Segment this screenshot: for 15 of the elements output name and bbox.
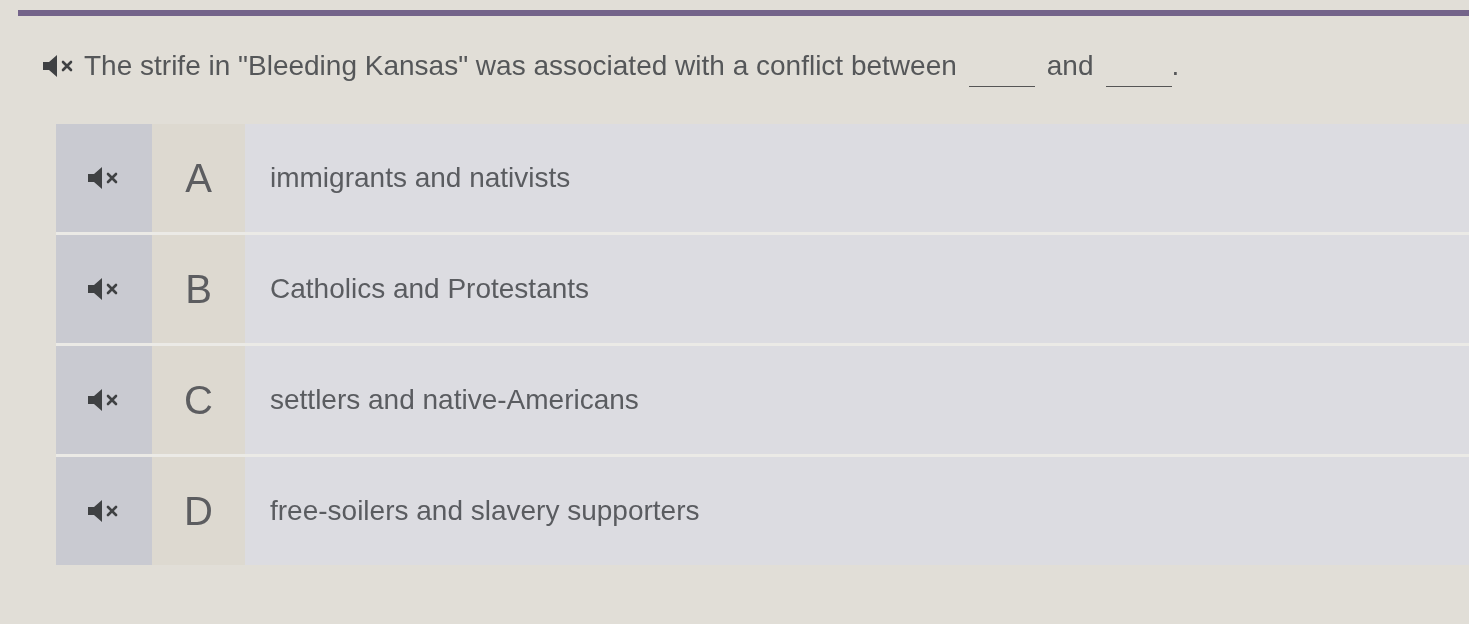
audio-button[interactable] bbox=[56, 457, 152, 565]
audio-button[interactable] bbox=[56, 124, 152, 232]
question-text: The strife in "Bleeding Kansas" was associated with a conflict between bbox=[84, 49, 957, 83]
answer-option[interactable]: settlers and native-Americans bbox=[245, 346, 1469, 454]
answer-option[interactable]: immigrants and nativists bbox=[245, 124, 1469, 232]
answer-option[interactable]: free-soilers and slavery supporters bbox=[245, 457, 1469, 565]
question-text: and bbox=[1046, 49, 1094, 83]
answer-option[interactable]: Catholics and Protestants bbox=[245, 235, 1469, 343]
option-letter[interactable]: B bbox=[152, 235, 245, 343]
audio-button[interactable] bbox=[56, 346, 152, 454]
audio-button[interactable] bbox=[56, 235, 152, 343]
question-text: . bbox=[1171, 49, 1180, 83]
option-letter[interactable]: A bbox=[152, 124, 245, 232]
option-letter[interactable]: C bbox=[152, 346, 245, 454]
option-letter[interactable]: D bbox=[152, 457, 245, 565]
